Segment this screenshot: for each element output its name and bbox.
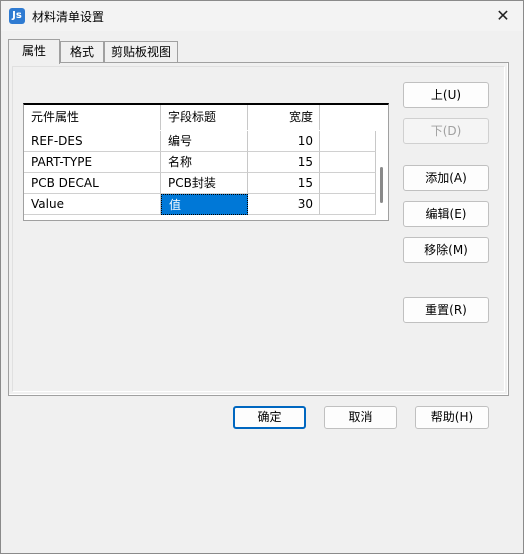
cell-empty bbox=[320, 152, 376, 173]
add-button[interactable]: 添加(A) bbox=[403, 165, 489, 191]
cell-width[interactable]: 15 bbox=[248, 173, 320, 194]
table-row[interactable]: PART-TYPE 名称 15 bbox=[24, 152, 376, 173]
tab-properties[interactable]: 属性 bbox=[8, 39, 60, 64]
cancel-button[interactable]: 取消 bbox=[324, 406, 397, 429]
header-field-title[interactable]: 字段标题 bbox=[161, 105, 248, 130]
attribute-grid[interactable]: 元件属性 字段标题 宽度 REF-DES 编号 10 PART-TYPE 名称 … bbox=[23, 103, 389, 221]
reset-button[interactable]: 重置(R) bbox=[403, 297, 489, 323]
help-button[interactable]: 帮助(H) bbox=[415, 406, 489, 429]
table-row[interactable]: PCB DECAL PCB封装 15 bbox=[24, 173, 376, 194]
cell-title[interactable]: 编号 bbox=[161, 131, 248, 152]
app-icon: Js bbox=[9, 8, 25, 24]
cell-empty bbox=[320, 194, 376, 215]
cell-title[interactable]: PCB封装 bbox=[161, 173, 248, 194]
title-bar[interactable]: Js 材料清单设置 ✕ bbox=[1, 1, 523, 31]
scrollbar-thumb[interactable] bbox=[380, 167, 383, 203]
tab-format[interactable]: 格式 bbox=[60, 41, 104, 63]
window-title: 材料清单设置 bbox=[32, 10, 105, 24]
header-width[interactable]: 宽度 bbox=[248, 105, 320, 130]
ok-button[interactable]: 确定 bbox=[233, 406, 306, 429]
header-component-attribute[interactable]: 元件属性 bbox=[24, 105, 161, 130]
cell-title-selected[interactable]: 值 bbox=[161, 194, 248, 215]
cell-width[interactable]: 15 bbox=[248, 152, 320, 173]
move-down-button[interactable]: 下(D) bbox=[403, 118, 489, 144]
remove-button[interactable]: 移除(M) bbox=[403, 237, 489, 263]
dialog-window: Js 材料清单设置 ✕ 属性 格式 剪贴板视图 元件属性 字段标题 宽度 REF… bbox=[0, 0, 524, 554]
header-empty bbox=[320, 105, 388, 130]
cell-attr[interactable]: PART-TYPE bbox=[24, 152, 161, 173]
close-icon[interactable]: ✕ bbox=[493, 6, 513, 26]
edit-button[interactable]: 编辑(E) bbox=[403, 201, 489, 227]
cell-attr[interactable]: REF-DES bbox=[24, 131, 161, 152]
grid-header: 元件属性 字段标题 宽度 bbox=[24, 105, 388, 130]
cell-attr[interactable]: Value bbox=[24, 194, 161, 215]
cell-width[interactable]: 10 bbox=[248, 131, 320, 152]
move-up-button[interactable]: 上(U) bbox=[403, 82, 489, 108]
cell-width[interactable]: 30 bbox=[248, 194, 320, 215]
tab-clipboard-view[interactable]: 剪贴板视图 bbox=[104, 41, 178, 63]
cell-empty bbox=[320, 173, 376, 194]
cell-attr[interactable]: PCB DECAL bbox=[24, 173, 161, 194]
grid-vertical-scrollbar[interactable] bbox=[376, 131, 387, 219]
table-row[interactable]: REF-DES 编号 10 bbox=[24, 131, 376, 152]
cell-title[interactable]: 名称 bbox=[161, 152, 248, 173]
cell-empty bbox=[320, 131, 376, 152]
table-row[interactable]: Value 值 30 bbox=[24, 194, 376, 215]
